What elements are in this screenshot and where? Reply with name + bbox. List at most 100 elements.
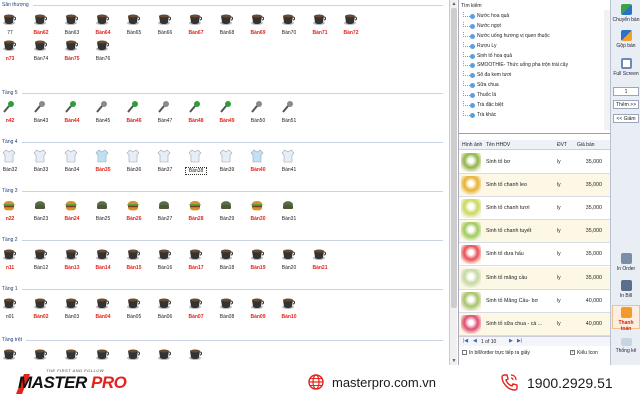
table-tile[interactable]: Bàn72 xyxy=(334,12,368,40)
product-row[interactable]: Sinh tố chanh leo ly 35,000 xyxy=(459,174,611,198)
table-tile[interactable]: Bàn50 xyxy=(241,100,275,128)
table-tile[interactable]: Bàn48 xyxy=(179,100,213,128)
table-tile[interactable]: Bàn31 xyxy=(272,198,306,226)
fullscreen-button[interactable]: Full Screen xyxy=(612,58,640,77)
print-bill-button[interactable]: In Bill xyxy=(612,280,640,299)
table-tile[interactable]: n73 xyxy=(0,38,27,66)
category-item[interactable]: Nước hoa quả xyxy=(463,12,568,22)
column-price[interactable]: Giá bán xyxy=(577,142,595,148)
table-tile[interactable]: Bàn39 xyxy=(210,149,244,177)
table-tile[interactable]: Bàn10 xyxy=(272,296,306,324)
table-tile[interactable]: Bàn07 xyxy=(179,296,213,324)
table-tile[interactable]: Bàn21 xyxy=(303,247,337,275)
print-direct-checkbox[interactable] xyxy=(462,350,467,355)
table-tile[interactable] xyxy=(0,347,27,365)
table-tile[interactable]: Bàn51 xyxy=(272,100,306,128)
table-tile[interactable]: Bàn26 xyxy=(117,198,151,226)
table-tile[interactable]: Bàn09 xyxy=(241,296,275,324)
table-tile[interactable] xyxy=(117,347,151,365)
table-tile[interactable]: Bàn69 xyxy=(241,12,275,40)
table-tile[interactable]: Bàn66 xyxy=(148,12,182,40)
table-tile[interactable]: Bàn75 xyxy=(55,38,89,66)
scroll-down-arrow-icon[interactable]: ▼ xyxy=(451,358,457,364)
product-row[interactable]: Sinh tố bơ ly 35,000 xyxy=(459,151,611,174)
table-tile[interactable]: Bàn65 xyxy=(117,12,151,40)
icon-mode-checkbox[interactable] xyxy=(570,349,575,355)
decrease-button[interactable]: << Giảm xyxy=(613,114,639,123)
product-row[interactable]: Sinh tố Măng Cầu- bơ ly 40,000 xyxy=(459,290,611,313)
table-tile[interactable]: Bàn02 xyxy=(24,296,58,324)
merge-table-button[interactable]: Gộp bàn xyxy=(612,30,640,49)
table-tile[interactable]: Bàn24 xyxy=(55,198,89,226)
table-tile[interactable]: n01 xyxy=(0,296,27,324)
table-tile[interactable]: Bàn64 xyxy=(86,12,120,40)
table-tile[interactable]: Bàn28 xyxy=(179,198,213,226)
category-item[interactable]: Trà đặc biệt xyxy=(463,101,568,111)
category-item[interactable]: Sô đa kem tươi xyxy=(463,71,568,81)
table-tile[interactable]: Bàn27 xyxy=(148,198,182,226)
table-tile[interactable]: Bàn13 xyxy=(55,247,89,275)
table-tile[interactable]: Bàn08 xyxy=(210,296,244,324)
table-tile[interactable]: Bàn20 xyxy=(272,247,306,275)
table-tile[interactable] xyxy=(86,347,120,365)
table-tile[interactable]: Bàn70 xyxy=(272,12,306,40)
product-row[interactable]: Sinh tố chanh tươi ly 35,000 xyxy=(459,197,611,221)
table-tile[interactable]: Bàn67 xyxy=(179,12,213,40)
table-tile[interactable]: Bàn05 xyxy=(117,296,151,324)
table-tile[interactable]: Bàn06 xyxy=(148,296,182,324)
table-tile[interactable]: Bàn62 xyxy=(24,12,58,40)
prev-page-icon[interactable]: ◀ xyxy=(473,338,477,344)
table-tile[interactable] xyxy=(179,347,213,365)
website-link[interactable]: masterpro.com.vn xyxy=(332,375,436,390)
category-item[interactable]: Trà khác xyxy=(463,110,568,121)
category-item[interactable]: Sinh tố hoa quả xyxy=(463,51,568,62)
table-tile[interactable]: Bàn44 xyxy=(55,100,89,128)
table-tile[interactable]: Bàn30 xyxy=(241,198,275,226)
table-tile[interactable]: Bàn18 xyxy=(210,247,244,275)
last-page-icon[interactable]: ▶| xyxy=(517,338,522,344)
category-item[interactable]: Thuốc lá xyxy=(463,91,568,101)
table-map-scrollbar[interactable]: ▲ ▼ xyxy=(449,0,457,365)
checkout-button[interactable]: Thanh toán xyxy=(612,305,640,332)
table-tile[interactable]: Bàn29 xyxy=(210,198,244,226)
category-search-label[interactable]: Tìm kiếm xyxy=(461,3,482,9)
table-tile[interactable]: Bàn16 xyxy=(148,247,182,275)
table-tile[interactable]: Bàn19 xyxy=(241,247,275,275)
table-tile[interactable]: Bàn12 xyxy=(24,247,58,275)
table-tile[interactable]: Bàn45 xyxy=(86,100,120,128)
table-tile[interactable]: Bàn35 xyxy=(86,149,120,177)
table-tile[interactable]: Bàn71 xyxy=(303,12,337,40)
table-tile[interactable]: n42 xyxy=(0,100,27,128)
table-tile[interactable]: Bàn47 xyxy=(148,100,182,128)
table-tile[interactable]: n11 xyxy=(0,247,27,275)
hotline-number[interactable]: 1900.2929.51 xyxy=(527,375,613,391)
product-row[interactable]: Sinh tố chanh tuyết ly 35,000 xyxy=(459,220,611,244)
quantity-input[interactable]: 1 xyxy=(613,87,639,96)
table-tile[interactable]: Bàn41 xyxy=(272,149,306,177)
product-row[interactable]: Sinh tố sữa chua - cà ... ly 40,000 xyxy=(459,312,611,336)
table-tile[interactable]: Bàn25 xyxy=(86,198,120,226)
table-tile[interactable]: Bàn68 xyxy=(210,12,244,40)
category-item[interactable]: Sữa chua xyxy=(463,81,568,91)
category-item[interactable]: Rượu Ly xyxy=(463,41,568,52)
table-tile[interactable]: Bàn33 xyxy=(24,149,58,177)
table-tile[interactable] xyxy=(148,347,182,365)
table-tile[interactable]: Bàn03 xyxy=(55,296,89,324)
table-tile[interactable]: Bàn49 xyxy=(210,100,244,128)
table-tile[interactable]: Bàn76 xyxy=(86,38,120,66)
product-row[interactable]: Sinh tố mãng cầu ly 35,000 xyxy=(459,266,611,290)
column-name[interactable]: Tên HHDV xyxy=(486,142,510,148)
table-tile[interactable]: Bàn32 xyxy=(0,149,27,177)
table-tile[interactable]: Bàn17 xyxy=(179,247,213,275)
table-tile[interactable]: Bàn38 xyxy=(179,149,213,177)
table-tile[interactable] xyxy=(55,347,89,365)
table-tile[interactable]: Bàn14 xyxy=(86,247,120,275)
table-tile[interactable] xyxy=(24,347,58,365)
table-tile[interactable]: n22 xyxy=(0,198,27,226)
increase-button[interactable]: Thêm >> xyxy=(613,100,639,109)
category-item[interactable]: Nước uống hương vị quen thuộc xyxy=(463,31,568,42)
table-tile[interactable]: Bàn23 xyxy=(24,198,58,226)
table-tile[interactable]: 77 xyxy=(0,12,27,40)
transfer-table-button[interactable]: Chuyển bàn xyxy=(612,4,640,23)
table-tile[interactable]: Bàn36 xyxy=(117,149,151,177)
